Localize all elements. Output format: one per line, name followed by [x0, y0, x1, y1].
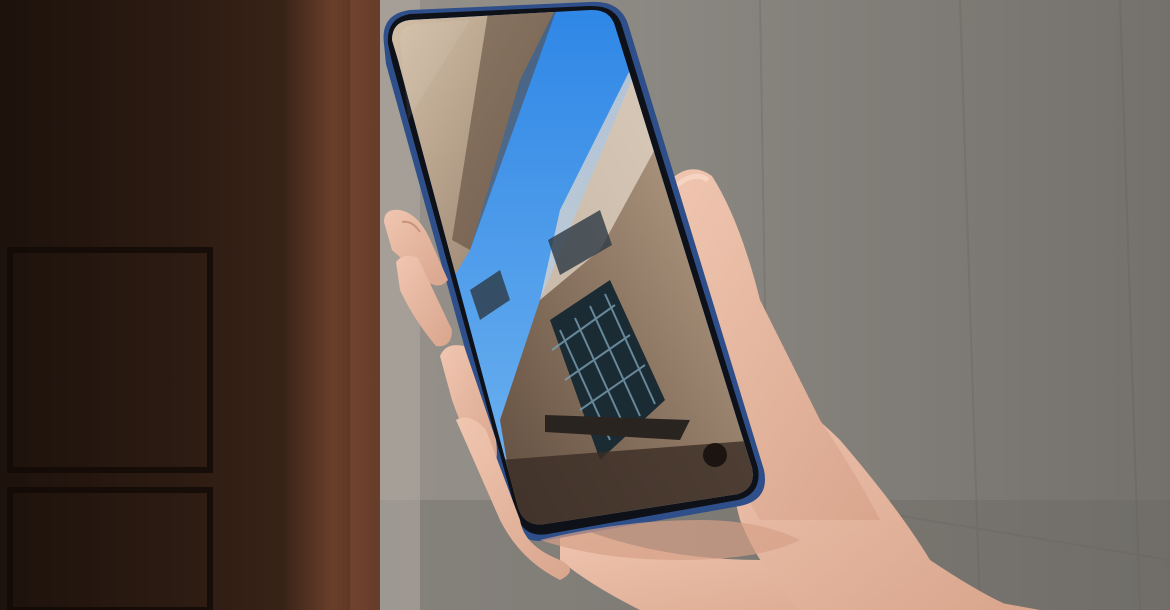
photo-illustration	[0, 0, 1170, 610]
screen-lamp	[703, 443, 727, 467]
dark-doorway	[0, 0, 300, 610]
door-frame-edge	[350, 0, 380, 610]
photo-scene	[0, 0, 1170, 610]
